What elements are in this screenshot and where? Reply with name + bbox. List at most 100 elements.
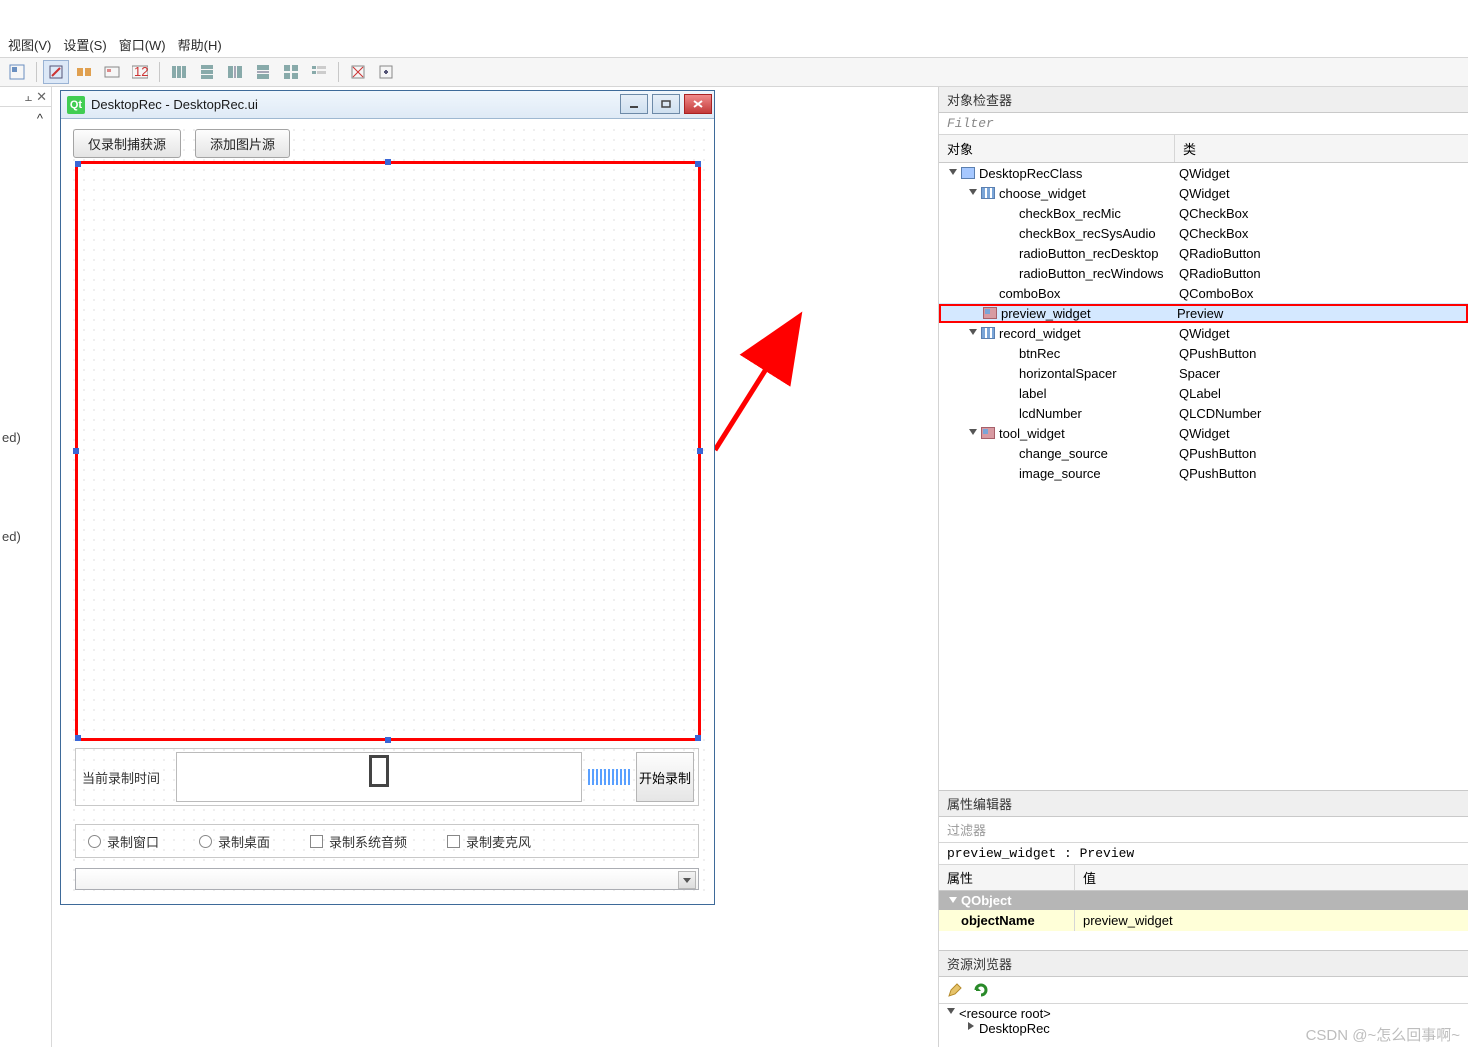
tool-edit-buddies[interactable] [71, 60, 97, 84]
resize-handle[interactable] [385, 737, 391, 743]
tool-layout-horiz-splitter[interactable] [222, 60, 248, 84]
tree-item-name: record_widget [999, 326, 1081, 341]
object-inspector-title: 对象检查器 [939, 87, 1468, 113]
preview-widget[interactable] [75, 161, 701, 741]
left-dock-header: ⫠ ✕ [0, 87, 51, 107]
col-object[interactable]: 对象 [939, 135, 1175, 162]
radio-rec-desktop[interactable]: 录制桌面 [199, 832, 270, 851]
widget-icon [961, 167, 975, 179]
tool-edit-tab-order[interactable] [99, 60, 125, 84]
left-dock: ⫠ ✕ ^ ed) ed) [0, 87, 52, 1047]
tree-row-horizontalSpacer[interactable]: horizontalSpacerSpacer [939, 363, 1468, 383]
tree-item-name: checkBox_recMic [1019, 206, 1121, 221]
resource-reload-button[interactable] [971, 980, 991, 1000]
tree-row-btnRec[interactable]: btnRecQPushButton [939, 343, 1468, 363]
expand-icon[interactable] [947, 167, 959, 179]
tree-item-class: QRadioButton [1175, 266, 1468, 281]
property-section-qobject[interactable]: QObject [939, 891, 1468, 910]
resize-handle[interactable] [385, 159, 391, 165]
col-property[interactable]: 属性 [939, 865, 1075, 890]
tool-layout-grid[interactable] [278, 60, 304, 84]
tool-adjust-size[interactable] [373, 60, 399, 84]
tree-item-class: QPushButton [1175, 446, 1468, 461]
qt-logo-icon: Qt [67, 96, 85, 114]
tree-row-record_widget[interactable]: record_widgetQWidget [939, 323, 1468, 343]
tree-row-comboBox[interactable]: comboBoxQComboBox [939, 283, 1468, 303]
expand-icon[interactable] [967, 327, 979, 339]
window-maximize-button[interactable] [652, 94, 680, 114]
resize-handle[interactable] [75, 161, 81, 167]
tool-edit-widgets[interactable] [4, 60, 30, 84]
combo-box[interactable] [75, 868, 699, 890]
tree-item-class: QRadioButton [1175, 246, 1468, 261]
tree-row-radioButton_recWindows[interactable]: radioButton_recWindows QRadioButton [939, 263, 1468, 283]
resize-handle[interactable] [75, 735, 81, 741]
record-widget-row: 当前录制时间 开始录制 [75, 748, 699, 806]
check-rec-sys-audio[interactable]: 录制系统音频 [310, 832, 407, 851]
tree-item-name: radioButton_recWindows [1019, 266, 1164, 281]
horizontal-spacer-icon [588, 769, 630, 785]
start-record-button[interactable]: 开始录制 [636, 752, 694, 802]
window-titlebar[interactable]: Qt DesktopRec - DesktopRec.ui [61, 91, 714, 119]
widget-icon [981, 427, 995, 439]
resize-handle[interactable] [695, 735, 701, 741]
change-source-button[interactable]: 仅录制捕获源 [73, 129, 181, 158]
tree-row-image_source[interactable]: image_sourceQPushButton [939, 463, 1468, 483]
resource-root[interactable]: <resource root> [945, 1006, 1462, 1021]
window-close-button[interactable] [684, 94, 712, 114]
resize-handle[interactable] [695, 161, 701, 167]
tree-item-name: DesktopRecClass [979, 166, 1082, 181]
tool-layout-form[interactable] [306, 60, 332, 84]
form-canvas[interactable]: 仅录制捕获源 添加图片源 当前录制时间 开始录制 录制窗口 录制桌面 录制系统音… [67, 123, 708, 898]
menu-help[interactable]: 帮助(H) [178, 35, 222, 54]
check-rec-mic[interactable]: 录制麦克风 [447, 832, 531, 851]
dock-pin-icon[interactable]: ⫠ [24, 89, 32, 105]
radio-rec-window[interactable]: 录制窗口 [88, 832, 159, 851]
prop-value[interactable]: preview_widget [1075, 910, 1468, 931]
tree-item-class: QWidget [1175, 186, 1468, 201]
dock-close-icon[interactable]: ✕ [36, 89, 47, 105]
resource-edit-button[interactable] [945, 980, 965, 1000]
tool-break-layout[interactable] [345, 60, 371, 84]
tree-row-choose_widget[interactable]: choose_widgetQWidget [939, 183, 1468, 203]
menu-view[interactable]: 视图(V) [8, 35, 51, 54]
tool-action-editor[interactable]: 123 [127, 60, 153, 84]
tree-item-name: lcdNumber [1019, 406, 1082, 421]
combo-arrow-icon[interactable] [678, 871, 696, 889]
property-filter-input[interactable]: 过滤器 [939, 817, 1468, 843]
resize-handle[interactable] [73, 448, 79, 454]
resize-handle[interactable] [697, 448, 703, 454]
menu-window[interactable]: 窗口(W) [119, 35, 166, 54]
tree-row-radioButton_recDesktop[interactable]: radioButton_recDesktop QRadioButton [939, 243, 1468, 263]
tool-layout-horiz[interactable] [166, 60, 192, 84]
widget-icon [983, 307, 997, 319]
tree-row-label[interactable]: labelQLabel [939, 383, 1468, 403]
expand-icon[interactable] [967, 427, 979, 439]
tool-edit-signals[interactable] [43, 60, 69, 84]
col-value[interactable]: 值 [1075, 865, 1468, 890]
col-class[interactable]: 类 [1175, 135, 1468, 162]
tree-item-class: QPushButton [1175, 466, 1468, 481]
tree-item-name: radioButton_recDesktop [1019, 246, 1158, 261]
tree-row-tool_widget[interactable]: tool_widgetQWidget [939, 423, 1468, 443]
tree-row-checkBox_recMic[interactable]: checkBox_recMicQCheckBox [939, 203, 1468, 223]
object-tree[interactable]: DesktopRecClassQWidgetchoose_widgetQWidg… [939, 163, 1468, 790]
tool-layout-vert[interactable] [194, 60, 220, 84]
menubar: 视图(V) 设置(S) 窗口(W) 帮助(H) [0, 33, 1468, 55]
tree-row-lcdNumber[interactable]: lcdNumberQLCDNumber [939, 403, 1468, 423]
tree-row-checkBox_recSysAudio[interactable]: checkBox_recSysAudioQCheckBox [939, 223, 1468, 243]
tool-layout-vert-splitter[interactable] [250, 60, 276, 84]
dock-collapse-icon[interactable]: ^ [2, 109, 49, 128]
image-source-button[interactable]: 添加图片源 [195, 129, 290, 158]
tree-row-preview_widget[interactable]: preview_widgetPreview [939, 303, 1468, 323]
property-row-objectname[interactable]: objectName preview_widget [939, 910, 1468, 931]
tree-item-name: btnRec [1019, 346, 1060, 361]
tree-row-change_source[interactable]: change_sourceQPushButton [939, 443, 1468, 463]
lcd-number [176, 752, 582, 802]
object-filter-input[interactable]: Filter [939, 113, 1468, 135]
menu-settings[interactable]: 设置(S) [63, 35, 106, 54]
dock-item-1: ed) [2, 430, 21, 445]
expand-icon[interactable] [967, 187, 979, 199]
window-minimize-button[interactable] [620, 94, 648, 114]
tree-row-DesktopRecClass[interactable]: DesktopRecClassQWidget [939, 163, 1468, 183]
